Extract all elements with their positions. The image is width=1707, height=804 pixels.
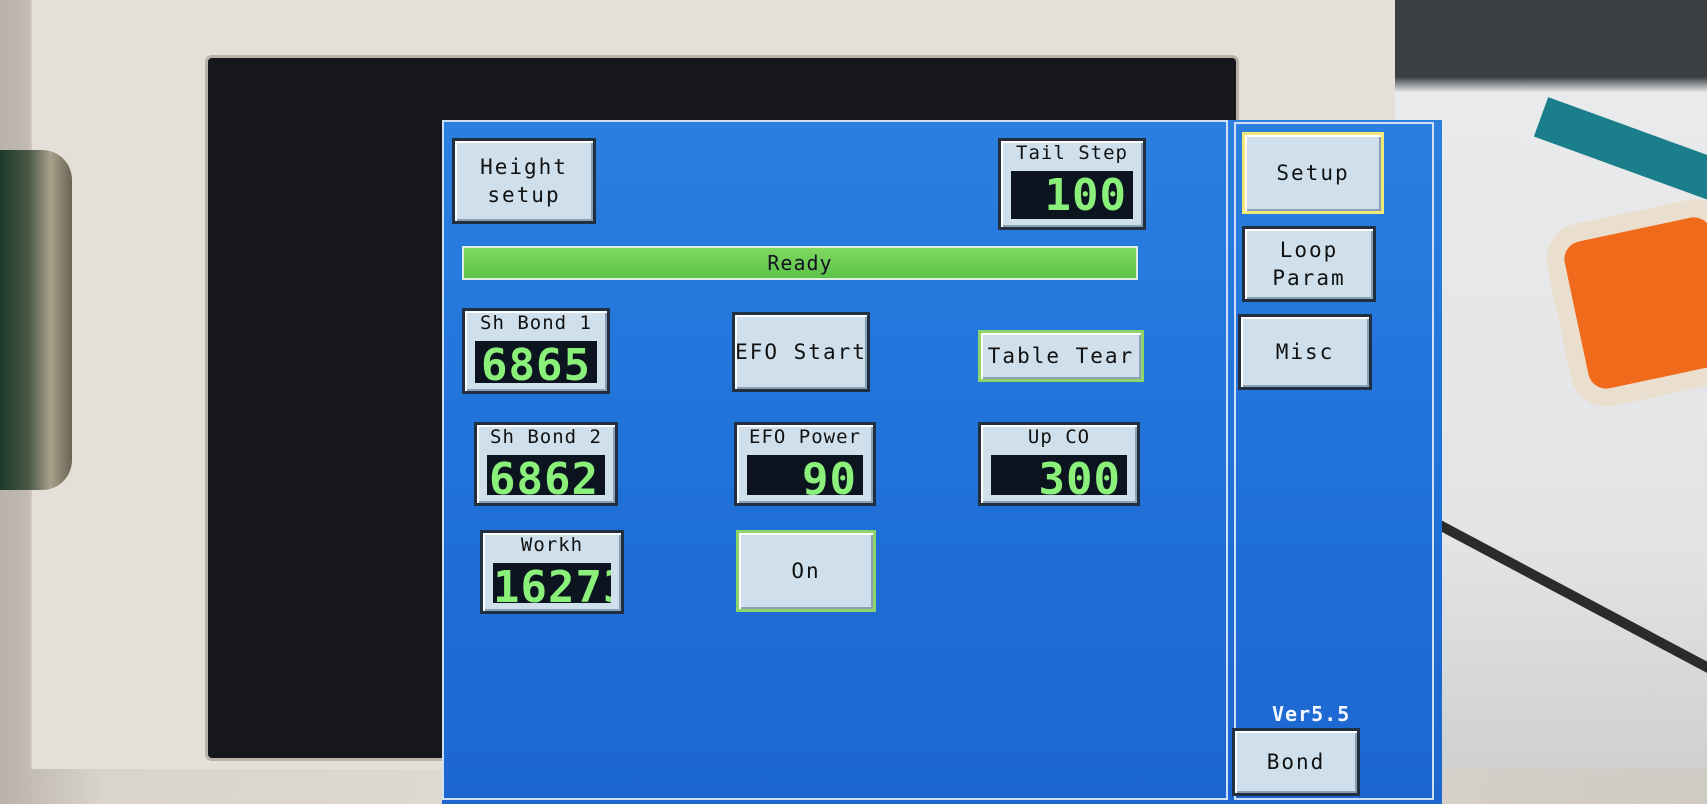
tail-step-value: 100	[1011, 171, 1133, 219]
efo-start-button[interactable]: EFO Start	[732, 312, 870, 392]
tail-step-readout[interactable]: Tail Step 100	[998, 138, 1146, 230]
workh-label: Workh	[520, 534, 584, 556]
up-co-readout[interactable]: Up CO 300	[978, 422, 1140, 506]
efo-power-label: EFO Power	[749, 426, 861, 448]
sh-bond-1-label: Sh Bond 1	[480, 312, 592, 334]
main-panel: Height setup Tail Step 100 Ready Sh Bond…	[442, 120, 1228, 800]
setup-button[interactable]: Setup	[1242, 132, 1384, 214]
sh-bond-1-readout[interactable]: Sh Bond 1 6865	[462, 308, 610, 394]
sh-bond-2-readout[interactable]: Sh Bond 2 6862	[474, 422, 618, 506]
misc-button[interactable]: Misc	[1238, 314, 1372, 390]
status-bar: Ready	[462, 246, 1138, 280]
loop-param-button[interactable]: Loop Param	[1242, 226, 1376, 302]
up-co-value: 300	[991, 455, 1127, 495]
sh-bond-2-value: 6862	[487, 455, 605, 495]
up-co-label: Up CO	[1027, 426, 1091, 448]
touch-screen: Height setup Tail Step 100 Ready Sh Bond…	[442, 120, 1442, 804]
height-setup-button[interactable]: Height setup	[452, 138, 596, 224]
tail-step-label: Tail Step	[1016, 142, 1128, 164]
sh-bond-2-label: Sh Bond 2	[490, 426, 602, 448]
sh-bond-1-value: 6865	[475, 341, 597, 383]
screen-bezel: Height setup Tail Step 100 Ready Sh Bond…	[208, 58, 1442, 804]
side-panel: Setup Loop Param Misc Ver5.5 Bond	[1232, 122, 1434, 800]
foreground-object	[0, 150, 72, 490]
efo-power-readout[interactable]: EFO Power 90	[734, 422, 876, 506]
table-tear-button[interactable]: Table Tear	[978, 330, 1144, 382]
efo-power-value: 90	[747, 455, 863, 495]
workh-readout: Workh 16273	[480, 530, 624, 614]
bond-button[interactable]: Bond	[1232, 728, 1360, 796]
workh-value: 16273	[493, 563, 611, 603]
on-button[interactable]: On	[736, 530, 876, 612]
version-label: Ver5.5	[1272, 702, 1351, 726]
